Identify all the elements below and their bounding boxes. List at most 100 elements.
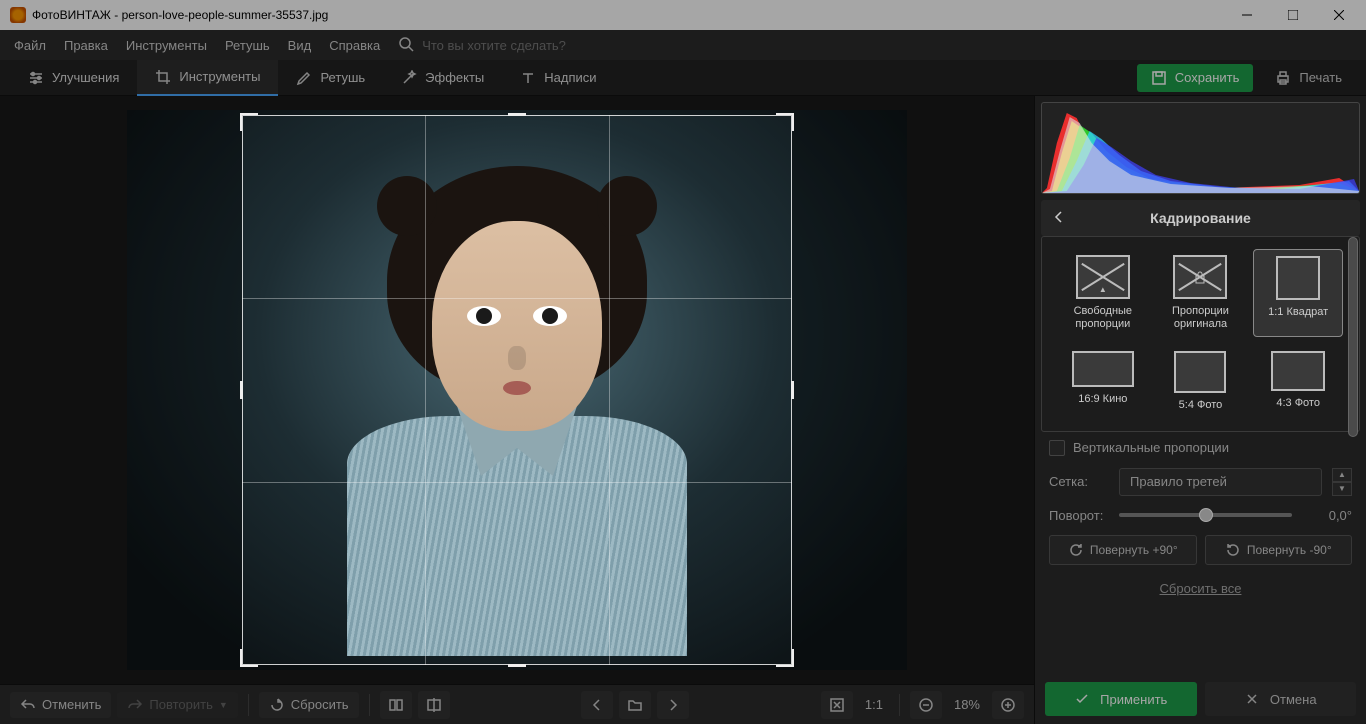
redo-button[interactable]: Повторить ▼	[117, 692, 237, 718]
menu-view[interactable]: Вид	[280, 34, 320, 57]
brush-icon	[296, 70, 312, 86]
back-button[interactable]	[1051, 209, 1067, 228]
canvas-viewport[interactable]	[0, 96, 1034, 684]
rotate-cw-icon	[1068, 542, 1084, 558]
crop-handle-tr[interactable]	[776, 113, 794, 131]
cancel-button[interactable]: Отмена	[1205, 682, 1357, 716]
panel-title: Кадрирование	[1150, 210, 1251, 226]
menu-edit[interactable]: Правка	[56, 34, 116, 57]
tab-effects[interactable]: Эффекты	[383, 60, 502, 96]
window-title: ФотоВИНТАЖ - person-love-people-summer-3…	[32, 8, 1224, 22]
compare-button[interactable]	[380, 691, 412, 719]
panel-title-bar: Кадрирование	[1041, 200, 1360, 236]
chevron-right-icon	[665, 697, 681, 713]
zoom-value: 18%	[948, 697, 986, 712]
undo-button[interactable]: Отменить	[10, 692, 111, 718]
rotate-ccw-icon	[1225, 542, 1241, 558]
rotation-label: Поворот:	[1049, 508, 1109, 523]
folder-icon	[627, 697, 643, 713]
browse-button[interactable]	[619, 691, 651, 719]
fit-icon	[829, 697, 845, 713]
wand-icon	[401, 70, 417, 86]
text-icon	[520, 70, 536, 86]
preset-square[interactable]: 1:1 Квадрат	[1253, 249, 1343, 337]
search-icon	[398, 36, 414, 55]
tab-retouch[interactable]: Ретушь	[278, 60, 383, 96]
menubar: Файл Правка Инструменты Ретушь Вид Справ…	[0, 30, 1366, 60]
menu-tools[interactable]: Инструменты	[118, 34, 215, 57]
search-input[interactable]	[422, 38, 622, 53]
print-icon	[1275, 70, 1291, 86]
save-button[interactable]: Сохранить	[1137, 64, 1254, 92]
maximize-button[interactable]	[1270, 0, 1316, 30]
compare-icon	[388, 697, 404, 713]
reset-all-link[interactable]: Сбросить все	[1049, 581, 1352, 596]
preset-4-3[interactable]: 4:3 Фото	[1253, 345, 1343, 418]
print-button[interactable]: Печать	[1261, 64, 1356, 92]
chevron-left-icon	[589, 697, 605, 713]
crop-handle-tl[interactable]	[240, 113, 258, 131]
preset-free[interactable]: ▲Свободные пропорции	[1058, 249, 1148, 337]
lock-icon	[1193, 270, 1207, 284]
histogram	[1041, 102, 1360, 194]
crop-handle-b[interactable]	[508, 664, 526, 667]
tab-tools[interactable]: Инструменты	[137, 60, 278, 96]
save-icon	[1151, 70, 1167, 86]
apply-button[interactable]: Применить	[1045, 682, 1197, 716]
nav-prev-button[interactable]	[581, 691, 613, 719]
canvas-area: Отменить Повторить ▼ Сбросить 1:1	[0, 96, 1034, 724]
grid-label: Сетка:	[1049, 474, 1109, 489]
preset-16-9[interactable]: 16:9 Кино	[1058, 345, 1148, 418]
titlebar: ФотоВИНТАЖ - person-love-people-summer-3…	[0, 0, 1366, 30]
preset-original[interactable]: Пропорции оригинала	[1156, 249, 1246, 337]
presets-scrollbar[interactable]	[1348, 237, 1358, 437]
reset-button[interactable]: Сбросить	[259, 692, 359, 718]
menu-help[interactable]: Справка	[321, 34, 388, 57]
crop-handle-br[interactable]	[776, 649, 794, 667]
rotation-value: 0,0°	[1302, 508, 1352, 523]
crop-handle-r[interactable]	[791, 381, 794, 399]
redo-icon	[127, 697, 143, 713]
rotate-ccw-button[interactable]: Повернуть -90°	[1205, 535, 1353, 565]
tab-enhance[interactable]: Улучшения	[10, 60, 137, 96]
grid-select[interactable]: Правило третей	[1119, 468, 1322, 496]
sliders-icon	[28, 70, 44, 86]
chevron-left-icon	[1051, 209, 1067, 225]
crop-handle-l[interactable]	[240, 381, 243, 399]
rotation-slider[interactable]	[1119, 513, 1292, 517]
main-toolbar: Улучшения Инструменты Ретушь Эффекты Над…	[0, 60, 1366, 96]
rotate-cw-button[interactable]: Повернуть +90°	[1049, 535, 1197, 565]
vertical-proportions-row[interactable]: Вертикальные пропорции	[1049, 440, 1352, 456]
crop-overlay[interactable]	[242, 115, 792, 665]
bottom-toolbar: Отменить Повторить ▼ Сбросить 1:1	[0, 684, 1034, 724]
menu-retouch[interactable]: Ретушь	[217, 34, 278, 57]
close-button[interactable]	[1316, 0, 1362, 30]
app-icon	[10, 7, 26, 23]
crop-handle-t[interactable]	[508, 113, 526, 116]
nav-next-button[interactable]	[657, 691, 689, 719]
check-icon	[1074, 691, 1090, 707]
photo-preview	[127, 110, 907, 670]
chevron-down-icon: ▼	[219, 700, 228, 710]
undo-icon	[20, 697, 36, 713]
zoom-out-button[interactable]	[910, 691, 942, 719]
vertical-checkbox[interactable]	[1049, 440, 1065, 456]
split-button[interactable]	[418, 691, 450, 719]
minimize-button[interactable]	[1224, 0, 1270, 30]
menu-file[interactable]: Файл	[6, 34, 54, 57]
split-icon	[426, 697, 442, 713]
side-panel: Кадрирование ▲Свободные пропорции Пропор…	[1034, 96, 1366, 724]
tab-text[interactable]: Надписи	[502, 60, 614, 96]
x-icon	[1244, 691, 1260, 707]
preset-5-4[interactable]: 5:4 Фото	[1156, 345, 1246, 418]
zoom-ratio-label: 1:1	[859, 697, 889, 712]
crop-icon	[155, 69, 171, 85]
crop-handle-bl[interactable]	[240, 649, 258, 667]
plus-icon	[1000, 697, 1016, 713]
fit-button[interactable]	[821, 691, 853, 719]
minus-icon	[918, 697, 934, 713]
reset-icon	[269, 697, 285, 713]
zoom-in-button[interactable]	[992, 691, 1024, 719]
crop-presets: ▲Свободные пропорции Пропорции оригинала…	[1042, 237, 1359, 423]
grid-spinner[interactable]: ▲▼	[1332, 468, 1352, 496]
